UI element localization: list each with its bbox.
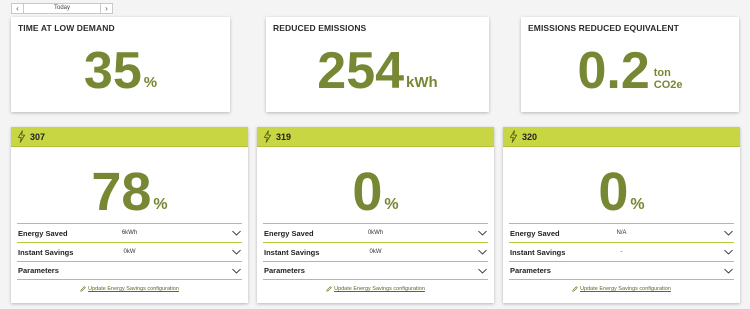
chevron-down-icon[interactable]: [724, 249, 733, 255]
row-value: 6kWh: [121, 230, 138, 236]
chevron-down-icon[interactable]: [724, 268, 733, 274]
row-instant-savings[interactable]: Instant Savings 0kW: [17, 242, 242, 261]
kpi-unit: kWh: [406, 74, 438, 91]
pencil-icon: [572, 286, 578, 292]
update-configuration-link[interactable]: Update Energy Savings configuration: [257, 286, 494, 292]
device-metrics: Energy Saved 6kWh Instant Savings 0kW Pa…: [17, 223, 242, 280]
device-card-320: 320 0 % Energy Saved N/A Instant Savings…: [503, 127, 740, 303]
kpi-value-group: 35 %: [11, 45, 230, 97]
row-instant-savings[interactable]: Instant Savings -: [509, 242, 734, 261]
kpi-title: TIME AT LOW DEMAND: [18, 23, 115, 33]
date-range-label[interactable]: Today: [24, 4, 100, 13]
device-value: 0: [598, 162, 629, 222]
device-name: 320: [522, 131, 538, 142]
kpi-value-group: 254 kWh: [266, 45, 489, 97]
row-label: Parameters: [18, 266, 59, 275]
device-card-header: 320: [503, 127, 740, 147]
update-configuration-link[interactable]: Update Energy Savings configuration: [11, 286, 248, 292]
chevron-down-icon[interactable]: [724, 230, 733, 236]
device-name: 319: [276, 131, 292, 142]
chevron-left-icon[interactable]: ‹: [12, 4, 24, 13]
lightning-bolt-icon: [17, 130, 26, 143]
kpi-unit: ton CO2e: [654, 67, 683, 91]
device-value: 0: [352, 162, 383, 222]
kpi-value-group: 0.2 ton CO2e: [521, 45, 739, 97]
kpi-reduced-emissions: REDUCED EMISSIONS 254 kWh: [266, 17, 489, 112]
device-value-group: 0 %: [257, 147, 494, 223]
device-name: 307: [30, 131, 46, 142]
device-card-header: 307: [11, 127, 248, 147]
row-parameters[interactable]: Parameters: [17, 261, 242, 280]
device-metrics: Energy Saved N/A Instant Savings - Param…: [509, 223, 734, 280]
chevron-down-icon[interactable]: [232, 268, 241, 274]
link-label[interactable]: Update Energy Savings configuration: [88, 286, 179, 292]
device-card-307: 307 78 % Energy Saved 6kWh Instant Savin…: [11, 127, 248, 303]
chevron-down-icon[interactable]: [478, 230, 487, 236]
device-unit: %: [384, 196, 399, 213]
chevron-right-icon[interactable]: ›: [100, 4, 112, 13]
device-card-header: 319: [257, 127, 494, 147]
kpi-title: EMISSIONS REDUCED EQUIVALENT: [528, 23, 679, 33]
row-energy-saved[interactable]: Energy Saved 0kWh: [263, 223, 488, 242]
date-navigator: ‹ Today ›: [11, 3, 113, 14]
update-configuration-link[interactable]: Update Energy Savings configuration: [503, 286, 740, 292]
kpi-value: 0.2: [577, 42, 650, 100]
chevron-down-icon[interactable]: [232, 230, 241, 236]
row-parameters[interactable]: Parameters: [509, 261, 734, 280]
kpi-unit-line-2: CO2e: [653, 79, 683, 91]
device-unit: %: [630, 196, 645, 213]
chevron-down-icon[interactable]: [478, 268, 487, 274]
device-value-group: 0 %: [503, 147, 740, 223]
link-label[interactable]: Update Energy Savings configuration: [580, 286, 671, 292]
kpi-value: 254: [317, 42, 405, 100]
row-value: 0kWh: [367, 230, 384, 236]
chevron-down-icon[interactable]: [232, 249, 241, 255]
kpi-time-at-low-demand: TIME AT LOW DEMAND 35 %: [11, 17, 230, 112]
row-energy-saved[interactable]: Energy Saved N/A: [509, 223, 734, 242]
chevron-down-icon[interactable]: [478, 249, 487, 255]
kpi-emissions-reduced-equivalent: EMISSIONS REDUCED EQUIVALENT 0.2 ton CO2…: [521, 17, 739, 112]
row-value: 0kW: [369, 249, 382, 255]
row-value: N/A: [616, 230, 627, 236]
row-value: -: [620, 249, 623, 255]
pencil-icon: [80, 286, 86, 292]
device-value-group: 78 %: [11, 147, 248, 223]
kpi-value: 35: [83, 42, 142, 100]
lightning-bolt-icon: [263, 130, 272, 143]
device-unit: %: [153, 196, 168, 213]
device-value: 78: [91, 162, 152, 222]
row-value: 0kW: [123, 249, 136, 255]
row-parameters[interactable]: Parameters: [263, 261, 488, 280]
link-label[interactable]: Update Energy Savings configuration: [334, 286, 425, 292]
kpi-title: REDUCED EMISSIONS: [273, 23, 367, 33]
row-label: Parameters: [264, 266, 305, 275]
pencil-icon: [326, 286, 332, 292]
row-energy-saved[interactable]: Energy Saved 6kWh: [17, 223, 242, 242]
row-instant-savings[interactable]: Instant Savings 0kW: [263, 242, 488, 261]
kpi-unit: %: [143, 74, 158, 91]
device-card-319: 319 0 % Energy Saved 0kWh Instant Saving…: [257, 127, 494, 303]
device-metrics: Energy Saved 0kWh Instant Savings 0kW Pa…: [263, 223, 488, 280]
row-label: Parameters: [510, 266, 551, 275]
kpi-unit-line-1: ton: [653, 67, 671, 79]
lightning-bolt-icon: [509, 130, 518, 143]
